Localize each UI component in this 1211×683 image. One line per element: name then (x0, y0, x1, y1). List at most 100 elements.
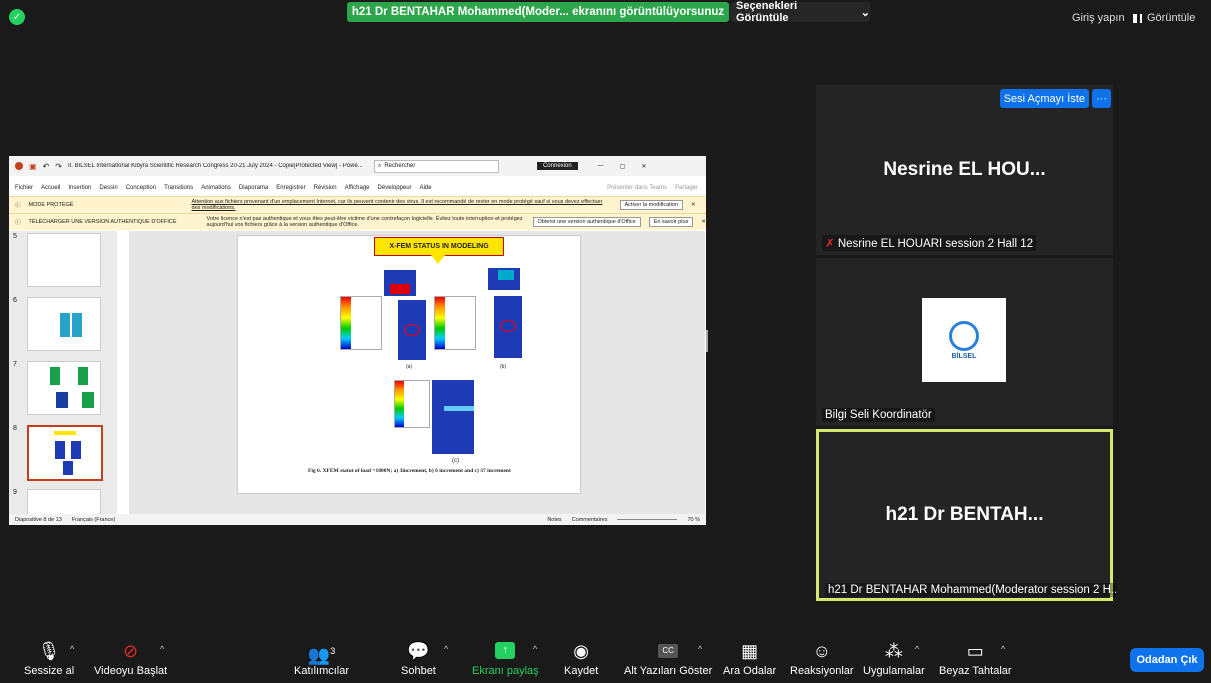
breakout-rooms-icon: ▦ (741, 641, 759, 661)
zoom-slider[interactable] (617, 519, 678, 520)
powerpoint-statusbar: Diapositive 8 de 13 Français (France) No… (9, 514, 706, 525)
slide-canvas: X-FEM STATUS IN MODELING (a) (b) (c) Fig… (129, 231, 705, 514)
video-options-caret[interactable]: ^ (160, 644, 164, 654)
license-bar: ⓘ TÉLÉCHARGER UNE VERSION AUTHENTIQUE D'… (9, 213, 706, 230)
menu-design[interactable]: Conception (126, 185, 156, 191)
share-button[interactable]: Partager (675, 185, 698, 191)
slide-thumbnail-7[interactable] (27, 361, 101, 415)
start-video-button[interactable]: ⊘ Videoyu Başlat (94, 640, 167, 677)
undo-icon[interactable]: ↶ (43, 162, 50, 171)
more-options-button[interactable]: ··· (1092, 89, 1111, 108)
connexion-button[interactable]: Connexion (536, 162, 578, 170)
close-bar-icon[interactable]: ✕ (701, 219, 706, 225)
captions-label: Alt Yazıları Göster (624, 665, 713, 677)
zoom-level[interactable]: 70 % (687, 517, 700, 523)
reactions-button[interactable]: ☺ Reaksiyonlar (790, 640, 854, 677)
menu-slideshow[interactable]: Diaporama (239, 185, 268, 191)
minimize-icon[interactable]: — (598, 163, 604, 169)
split-handle[interactable] (706, 330, 708, 352)
mesh-body-b (494, 296, 522, 358)
powerpoint-logo-icon (15, 162, 23, 170)
menu-view[interactable]: Affichage (345, 185, 370, 191)
participants-count: 3 (330, 646, 336, 656)
redo-icon[interactable]: ↷ (55, 162, 62, 171)
info-icon: ⓘ (15, 220, 21, 226)
participant-tile-nesrine[interactable]: Nesrine EL HOU... Sesi Açmayı İste ··· ✗… (816, 85, 1113, 255)
sign-in-link[interactable]: Giriş yapın (1072, 12, 1125, 24)
leave-meeting-button[interactable]: Odadan Çık (1130, 648, 1204, 672)
menu-review[interactable]: Révision (314, 185, 337, 191)
menu-file[interactable]: Fichier (15, 185, 33, 191)
slide-thumbnail-9[interactable] (27, 489, 101, 515)
view-options-button[interactable]: Seçenekleri Görüntüle ⌄ (730, 0, 870, 24)
participant-tile-bilsel[interactable]: BİLSEL Bilgi Seli Koordinatör (816, 258, 1113, 426)
slide-thumbnail-8-selected[interactable] (27, 425, 103, 481)
menu-animations[interactable]: Animations (201, 185, 231, 191)
view-label: Görüntüle (1147, 12, 1196, 24)
mesh-top-a (384, 270, 416, 296)
menu-insert[interactable]: Insertion (68, 185, 91, 191)
security-shield-icon[interactable]: ✓ (9, 9, 25, 25)
figure-c-label: (c) (452, 458, 459, 464)
breakout-rooms-button[interactable]: ▦ Ara Odalar (723, 640, 776, 677)
bilsel-logo: BİLSEL (922, 298, 1006, 382)
learn-more-button[interactable]: En savoir plus (648, 217, 694, 227)
slide-thumbnail-5[interactable] (27, 233, 101, 287)
chat-button[interactable]: 💬 Sohbet (401, 640, 436, 677)
apps-options-caret[interactable]: ^ (915, 644, 919, 654)
menu-developer[interactable]: Développeur (378, 185, 412, 191)
menu-record[interactable]: Enregistrer (276, 185, 305, 191)
microphone-icon: 🎙 (37, 641, 61, 661)
mute-button[interactable]: 🎙 Sessize al (24, 640, 74, 677)
legend-box-c (394, 380, 430, 428)
menu-help[interactable]: Aide (420, 185, 432, 191)
chat-options-caret[interactable]: ^ (444, 644, 448, 654)
thumb-number: 8 (13, 425, 17, 432)
screen-share-banner: h21 Dr BENTAHAR Mohammed(Moder... ekranı… (347, 2, 729, 22)
participants-label: Katılımcılar (294, 665, 350, 677)
menu-draw[interactable]: Dessin (99, 185, 117, 191)
audio-options-caret[interactable]: ^ (70, 644, 74, 654)
apps-icon: ⁂ (884, 641, 903, 661)
comments-button[interactable]: Commentaires (572, 517, 608, 523)
mute-label: Sessize al (24, 665, 75, 677)
video-off-icon: ⊘ (123, 641, 139, 661)
thumb-number: 6 (13, 297, 17, 304)
close-icon[interactable]: ✕ (641, 163, 646, 170)
get-office-button[interactable]: Obtenir une version authentique d'Office (532, 217, 641, 227)
search-box[interactable]: ⌕ Rechercher (373, 159, 499, 173)
video-label: Videoyu Başlat (94, 665, 168, 677)
figure-a-label: (a) (406, 364, 413, 370)
mesh-top-b (488, 268, 520, 290)
slide-thumbnail-6[interactable] (27, 297, 101, 351)
participant-tile-active-speaker[interactable]: h21 Dr BENTAH... h21 Dr BENTAHAR Mohamme… (816, 429, 1116, 601)
menu-home[interactable]: Accueil (41, 185, 60, 191)
share-options-caret[interactable]: ^ (533, 644, 537, 654)
menu-transitions[interactable]: Transitions (164, 185, 193, 191)
figure-b-label: (b) (500, 364, 507, 370)
share-screen-icon: ↑ (495, 642, 516, 659)
window-title: II. BİLSEL International Kibyra Scientif… (67, 163, 363, 169)
license-text: Votre licence n'est pas authentique et v… (206, 216, 523, 228)
shared-screen: ▣ ↶ ↷ II. BİLSEL International Kibyra Sc… (9, 156, 706, 525)
reactions-label: Reaksiyonlar (790, 665, 854, 677)
grid-view-icon (1133, 13, 1142, 23)
notes-button[interactable]: Notes (547, 517, 561, 523)
captions-options-caret[interactable]: ^ (698, 644, 702, 654)
close-bar-icon[interactable]: ✕ (691, 202, 696, 208)
current-slide: X-FEM STATUS IN MODELING (a) (b) (c) Fig… (237, 235, 581, 494)
breakout-label: Ara Odalar (723, 665, 777, 677)
powerpoint-titlebar: ▣ ↶ ↷ II. BİLSEL International Kibyra Sc… (9, 156, 706, 176)
view-button[interactable]: Görüntüle (1133, 12, 1195, 24)
record-button[interactable]: ◉ Kaydet (564, 640, 598, 677)
share-screen-button[interactable]: ↑ Ekranı paylaş (472, 640, 539, 677)
search-icon: ⌕ (377, 162, 382, 169)
present-teams-button[interactable]: Présenter dans Teams (607, 185, 667, 191)
save-icon[interactable]: ▣ (29, 162, 37, 171)
restore-icon[interactable]: ▢ (620, 163, 626, 170)
enable-editing-button[interactable]: Activer la modification (619, 200, 684, 210)
participants-button[interactable]: 👥3 Katılımcılar (294, 640, 349, 677)
request-unmute-button[interactable]: Sesi Açmayı İste (999, 89, 1089, 108)
whiteboard-icon: ▭ (966, 641, 984, 661)
whiteboard-options-caret[interactable]: ^ (1001, 644, 1005, 654)
